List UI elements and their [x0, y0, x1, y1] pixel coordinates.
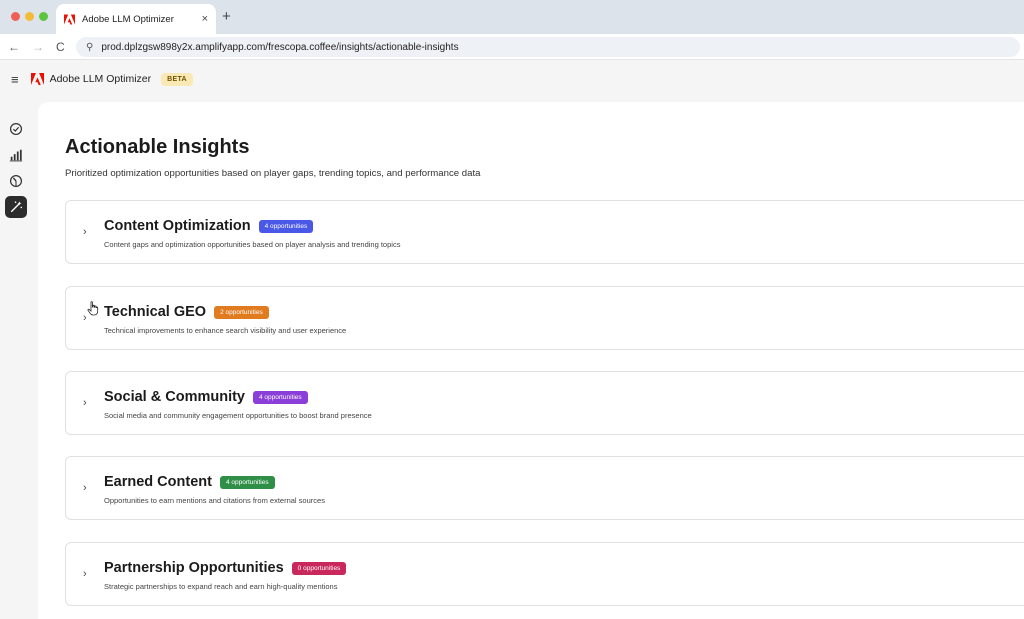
- chevron-right-icon[interactable]: ›: [83, 482, 87, 494]
- check-circle-icon: [9, 122, 23, 136]
- opportunities-badge: 0 opportunities: [291, 561, 347, 575]
- main-content: Actionable Insights Prioritized optimiza…: [38, 102, 1024, 619]
- reload-button[interactable]: C: [56, 39, 65, 55]
- hand-cursor-icon: [87, 301, 99, 316]
- forward-button[interactable]: →: [32, 39, 44, 55]
- bar-chart-icon: [9, 149, 23, 162]
- section-description: Opportunities to earn mentions and citat…: [104, 496, 325, 505]
- app-header: ≡ Adobe LLM Optimizer BETA: [0, 60, 1024, 98]
- url-text[interactable]: prod.dplzgsw898y2x.amplifyapp.com/fresco…: [101, 42, 458, 53]
- section-title: Earned Content: [104, 474, 212, 490]
- opportunities-badge: 2 opportunities: [214, 305, 269, 319]
- section-title: Social & Community: [104, 389, 245, 405]
- section-description: Technical improvements to enhance search…: [104, 326, 347, 335]
- section-card-earned-content[interactable]: › Earned Content 4 opportunities Opportu…: [65, 456, 1024, 520]
- adobe-logo-icon: [30, 73, 44, 85]
- section-card-social-community[interactable]: › Social & Community 4 opportunities Soc…: [65, 371, 1024, 435]
- section-title: Partnership Opportunities: [104, 560, 284, 576]
- opportunities-badge: 4 opportunities: [258, 219, 314, 233]
- section-description: Strategic partnerships to expand reach a…: [104, 582, 338, 591]
- beta-badge: BETA: [161, 72, 193, 86]
- hamburger-menu-icon[interactable]: ≡: [11, 72, 19, 87]
- window-minimize-button[interactable]: [25, 12, 34, 21]
- tab-close-icon[interactable]: ×: [202, 13, 208, 25]
- browser-toolbar: ← → C ⚲ prod.dplzgsw898y2x.amplifyapp.co…: [0, 34, 1024, 60]
- section-title: Content Optimization: [104, 218, 251, 234]
- window-zoom-button[interactable]: [39, 12, 48, 21]
- app-name: Adobe LLM Optimizer: [49, 73, 152, 85]
- chevron-right-icon[interactable]: ›: [83, 226, 87, 238]
- tab-title: Adobe LLM Optimizer: [82, 13, 174, 25]
- rail-item-overview[interactable]: [5, 118, 27, 140]
- section-card-partnership-opportunities[interactable]: › Partnership Opportunities 0 opportunit…: [65, 542, 1024, 606]
- browser-tab[interactable]: Adobe LLM Optimizer ×: [56, 4, 216, 34]
- section-card-technical-geo[interactable]: › Technical GEO 2 opportunities Technica…: [65, 286, 1024, 350]
- new-tab-button[interactable]: +: [222, 8, 231, 26]
- adobe-logo-icon: [64, 13, 75, 25]
- section-title: Technical GEO: [104, 304, 207, 320]
- back-button[interactable]: ←: [8, 39, 20, 55]
- site-info-icon[interactable]: ⚲: [86, 42, 93, 53]
- section-description: Social media and community engagement op…: [104, 411, 372, 420]
- section-description: Content gaps and optimization opportunit…: [104, 240, 401, 249]
- rail-item-performance[interactable]: [5, 170, 27, 192]
- opportunities-badge: 4 opportunities: [253, 390, 308, 404]
- address-bar[interactable]: ⚲ prod.dplzgsw898y2x.amplifyapp.com/fres…: [76, 37, 1020, 57]
- page-subtitle: Prioritized optimization opportunities b…: [65, 168, 481, 179]
- rail-item-insights[interactable]: [5, 196, 27, 218]
- rail-item-analytics[interactable]: [5, 144, 27, 166]
- chevron-right-icon[interactable]: ›: [83, 397, 87, 409]
- section-card-content-optimization[interactable]: › Content Optimization 4 opportunities C…: [65, 200, 1024, 264]
- chevron-right-icon[interactable]: ›: [83, 568, 87, 580]
- page-title: Actionable Insights: [65, 136, 250, 158]
- gauge-icon: [9, 174, 23, 188]
- window-close-button[interactable]: [11, 12, 20, 21]
- browser-tab-bar: Adobe LLM Optimizer × +: [0, 0, 1024, 34]
- opportunities-badge: 4 opportunities: [219, 475, 275, 489]
- left-nav-rail: [0, 98, 34, 619]
- magic-wand-icon: [10, 201, 23, 213]
